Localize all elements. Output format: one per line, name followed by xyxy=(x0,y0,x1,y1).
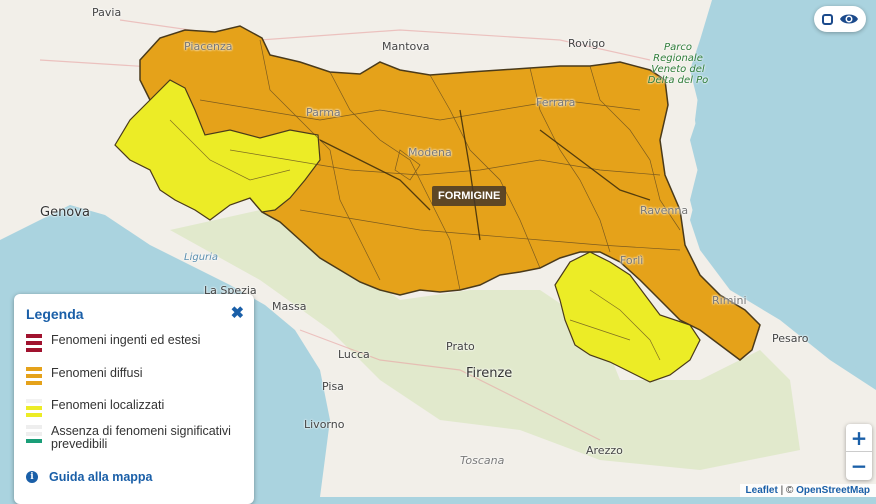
map-guide-label[interactable]: Guida alla mappa xyxy=(49,470,153,484)
place-label: Prato xyxy=(446,340,475,353)
close-icon[interactable]: ✖ xyxy=(231,303,244,323)
legend-item-label: Fenomeni localizzati xyxy=(51,398,165,412)
place-label: Parma xyxy=(306,106,341,119)
attribution: Leaflet | © OpenStreetMap xyxy=(739,484,876,497)
place-label: Rimini xyxy=(712,294,747,307)
place-label: Modena xyxy=(408,146,452,159)
legend-swatch xyxy=(26,399,42,417)
place-label: Ferrara xyxy=(536,96,576,109)
legend-item: Fenomeni localizzati xyxy=(26,399,246,417)
region-label: Toscana xyxy=(460,454,505,467)
zoom-control: + − xyxy=(846,424,872,480)
legend-swatch xyxy=(26,367,42,385)
layer-toggle[interactable] xyxy=(814,6,866,32)
zoom-in-button[interactable]: + xyxy=(846,424,872,452)
place-label: Rovigo xyxy=(568,37,606,50)
place-label: Pisa xyxy=(322,380,344,393)
place-label: Arezzo xyxy=(586,444,623,457)
zoom-out-button[interactable]: − xyxy=(846,452,872,480)
leaflet-link[interactable]: Leaflet xyxy=(746,485,778,496)
park-label: Parco Regionale Veneto del Delta del Po xyxy=(647,42,709,86)
map-guide-link[interactable]: i Guida alla mappa xyxy=(26,470,153,484)
legend-item: Fenomeni diffusi xyxy=(26,367,246,385)
place-label: Livorno xyxy=(304,418,345,431)
legend-item-label: Fenomeni diffusi xyxy=(51,366,143,380)
region-label: Liguria xyxy=(184,252,219,263)
legend-panel: Legenda ✖ Fenomeni ingenti ed estesi Fen… xyxy=(14,294,254,504)
place-label: Piacenza xyxy=(184,40,233,53)
legend-item: Assenza di fenomeni significativi preved… xyxy=(26,425,246,451)
legend-item: Fenomeni ingenti ed estesi xyxy=(26,334,246,352)
place-label: Mantova xyxy=(382,40,430,53)
checkbox-icon[interactable] xyxy=(821,13,833,25)
info-icon: i xyxy=(26,471,38,483)
legend-swatch xyxy=(26,334,42,352)
legend-swatch xyxy=(26,425,42,443)
place-label: Pavia xyxy=(92,6,122,19)
place-label: Massa xyxy=(272,300,307,313)
legend-title: Legenda xyxy=(26,306,84,322)
place-label: Lucca xyxy=(338,348,370,361)
attribution-separator: | © xyxy=(780,485,794,496)
legend-item-label: Fenomeni ingenti ed estesi xyxy=(51,333,201,347)
osm-link[interactable]: OpenStreetMap xyxy=(796,485,870,496)
place-label: Ravenna xyxy=(640,204,689,217)
eye-icon[interactable] xyxy=(839,12,859,26)
legend-item-label: Assenza di fenomeni significativi preved… xyxy=(51,424,231,451)
place-label: Forlì xyxy=(620,254,644,267)
selected-area-tooltip: FORMIGINE xyxy=(432,186,507,206)
place-label: Genova xyxy=(40,205,90,220)
place-label: Firenze xyxy=(466,366,513,381)
place-label: Pesaro xyxy=(772,332,809,345)
